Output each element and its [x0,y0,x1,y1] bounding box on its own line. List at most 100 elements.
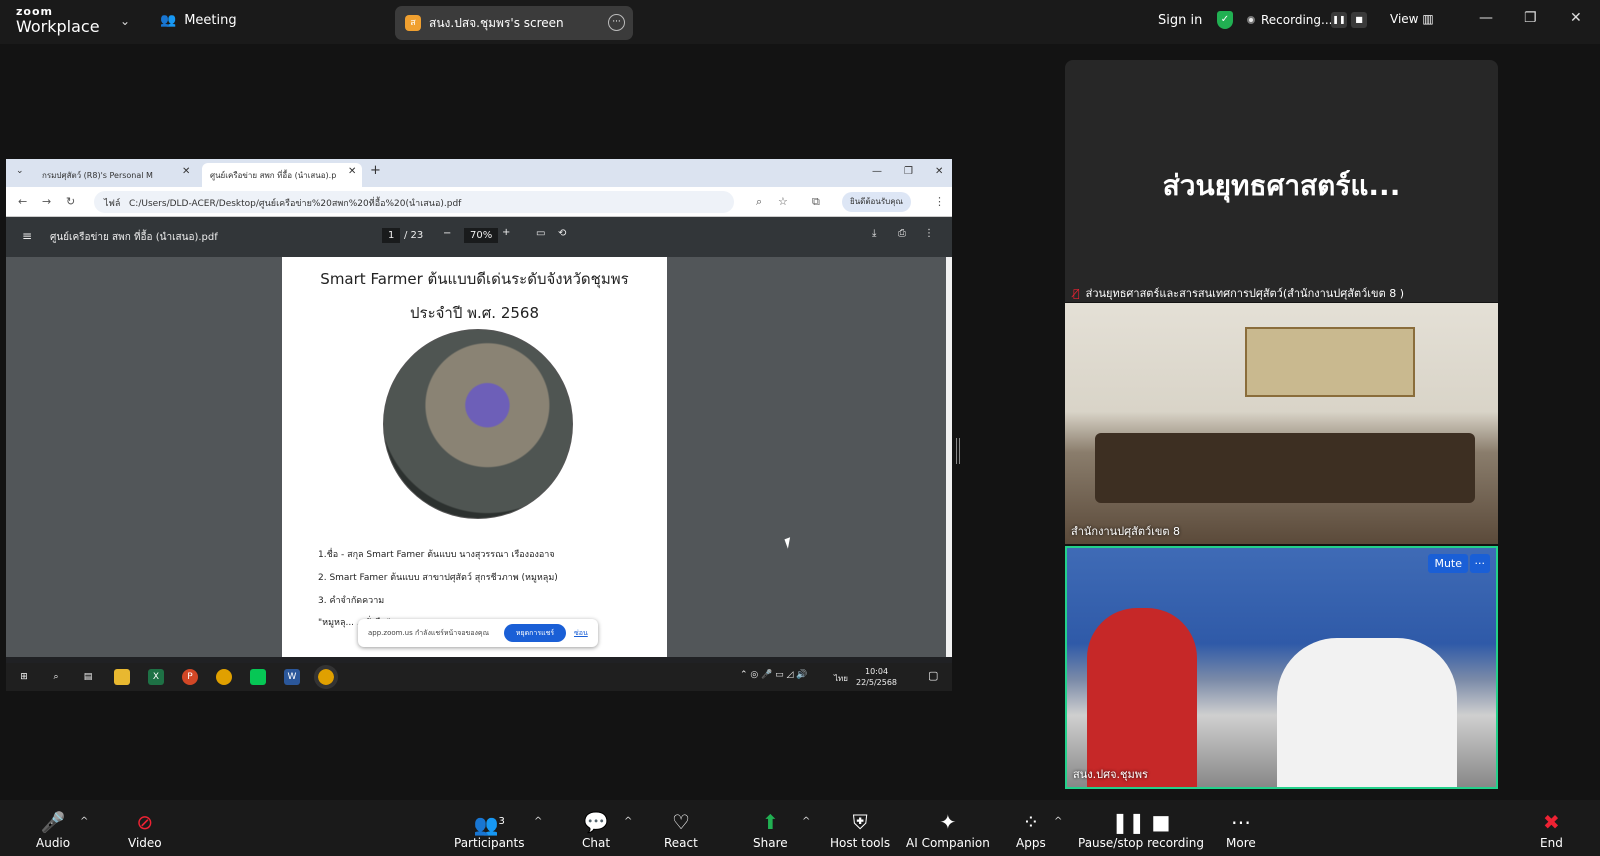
zoom-in-icon[interactable]: + [502,227,510,238]
apps-icon: ⁘ [1022,810,1040,834]
panel-resize-handle[interactable] [956,438,960,464]
wall-banner-image [1245,327,1415,397]
participants-button[interactable]: 👥3 Participants [454,808,525,850]
audio-options-caret-icon[interactable]: ^ [80,816,88,827]
participants-caret-icon[interactable]: ^ [534,816,542,827]
download-icon[interactable]: ⤓ [872,228,876,239]
hamburger-icon[interactable]: ≡ [22,229,32,243]
mute-button[interactable]: Mute [1428,554,1468,573]
line-icon[interactable] [250,669,266,685]
pause-icon[interactable]: ❚❚ [1331,12,1347,28]
chevron-down-icon[interactable]: ⌄ [120,14,130,28]
share-button[interactable]: ⬆ Share [753,808,788,850]
tab-2-label: ศูนย์เครือข่าย สพก ที่อื้อ (นำเสนอ).p [210,171,337,180]
profile-button[interactable]: ยินดีต้อนรับคุณ [842,192,911,212]
url-input[interactable]: ไฟล์ C:/Users/DLD-ACER/Desktop/ศูนย์เครื… [94,191,734,213]
chat-caret-icon[interactable]: ^ [624,816,632,827]
taskbar-clock[interactable]: 10:04 22/5/2568 [856,666,897,688]
video-tile-2[interactable]: สำนักงานปศุสัตว์เขต 8 [1065,303,1498,544]
end-button[interactable]: ✖ End [1540,808,1563,850]
new-tab-icon[interactable]: + [370,163,381,178]
video-tile-3[interactable]: Mute ··· สนง.ปศจ.ชุมพร [1065,546,1498,789]
pdf-menu-icon[interactable]: ⋮ [924,228,934,239]
pdf-title-2: ประจำปี พ.ศ. 2568 [409,304,540,322]
pdf-line-1: 1.ชื่อ - สกุล Smart Famer ต้นแบบ นางสุวร… [318,550,555,560]
video-button[interactable]: ⊘ Video [128,808,162,850]
stop-sharing-button[interactable]: หยุดการแชร์ [504,624,566,642]
ai-companion-button[interactable]: ✦ AI Companion [906,808,990,850]
file-explorer-icon[interactable] [114,669,130,685]
forward-icon[interactable]: → [42,195,51,208]
sign-in-link[interactable]: Sign in [1158,13,1202,28]
zoom-level-input[interactable]: 70% [464,228,499,243]
restore-icon[interactable]: ❐ [1524,10,1537,26]
taskbar-search-icon[interactable]: ⌕ [48,669,64,685]
windows-start-icon[interactable]: ⊞ [16,669,32,685]
chrome-active-icon[interactable] [314,665,338,689]
tray-icons[interactable]: ⌃ ◎ 🎤 ▭ ◿ 🔊 [740,670,808,680]
farmer-photo [383,329,573,519]
notification-icon[interactable]: ▢ [928,669,938,682]
tile-more-button[interactable]: ··· [1469,554,1490,573]
end-icon: ✖ [1543,810,1560,834]
close-icon[interactable]: ✕ [1570,10,1582,26]
view-icon: ▥ [1422,12,1434,26]
word-icon[interactable]: W [284,669,300,685]
powerpoint-icon[interactable]: P [182,669,198,685]
apps-button[interactable]: ⁘ Apps [1016,808,1046,850]
browser-tab-strip: ⌄ กรมปศุสัตว์ (R8)'s Personal M ✕ ศูนย์เ… [6,159,952,187]
star-icon[interactable]: ☆ [778,195,788,208]
browser-tab-1[interactable]: กรมปศุสัตว์ (R8)'s Personal M [34,163,194,187]
browser-tab-2[interactable]: ศูนย์เครือข่าย สพก ที่อื้อ (นำเสนอ).p [202,163,362,187]
ellipsis-icon[interactable]: ··· [608,14,625,31]
ai-companion-label: AI Companion [906,836,990,850]
zoom-out-icon[interactable]: − [443,228,451,239]
print-icon[interactable]: ⎙ [898,228,906,239]
tab-1-close-icon[interactable]: ✕ [182,166,190,177]
video-off-icon: ⊘ [136,810,154,834]
person-2-image [1277,638,1457,787]
browser-restore-icon[interactable]: ❐ [904,166,913,177]
host-tools-button[interactable]: ⛨ Host tools [830,808,890,850]
zoom-search-icon[interactable]: ⌕ [756,195,762,209]
view-button[interactable]: View ▥ [1390,12,1434,26]
shield-icon[interactable]: ✓ [1217,11,1233,29]
chat-button[interactable]: 💬 Chat [582,808,610,850]
share-pill[interactable]: ส สนง.ปสจ.ชุมพร's screen ··· [395,6,633,40]
audio-button[interactable]: 🎤 Audio [36,808,70,850]
tile-3-name: สนง.ปศจ.ชุมพร [1073,768,1148,781]
hide-notice-link[interactable]: ซ่อน [574,628,588,639]
video-tile-1[interactable]: ส่วนยุทธศาสตร์แ... 🎙̸ ส่วนยุทธศาสตร์และส… [1065,60,1498,302]
share-icon: ⬆ [761,810,779,834]
tile-1-display-name: ส่วนยุทธศาสตร์แ... [1162,169,1401,202]
minimize-icon[interactable]: — [1479,10,1493,26]
task-view-icon[interactable]: ▤ [80,669,96,685]
pause-stop-recording-button[interactable]: ❚❚ ■ Pause/stop recording [1078,808,1204,850]
share-caret-icon[interactable]: ^ [802,816,810,827]
tab-list-icon[interactable]: ⌄ [16,166,24,176]
excel-icon[interactable]: X [148,669,164,685]
reload-icon[interactable]: ↻ [66,195,75,208]
more-button[interactable]: ⋯ More [1226,808,1256,850]
stop-icon[interactable]: ■ [1351,12,1367,28]
language-indicator[interactable]: ไทย [834,672,848,685]
apps-caret-icon[interactable]: ^ [1054,816,1062,827]
tab-1-label: กรมปศุสัตว์ (R8)'s Personal M [42,171,153,180]
react-button[interactable]: ♡ React [664,808,698,850]
back-icon[interactable]: ← [18,195,27,208]
extension-icon[interactable]: ⧉ [812,195,820,209]
meeting-menu[interactable]: 👥 Meeting [160,13,237,28]
rotate-icon[interactable]: ⟲ [558,228,566,239]
browser-close-icon[interactable]: ✕ [935,166,943,177]
browser-minimize-icon[interactable]: — [872,166,882,177]
fit-page-icon[interactable]: ▭ [536,228,545,239]
zoom-logo: zoom Workplace [16,6,100,35]
profile-label: ยินดีต้อนรับคุณ [850,197,903,206]
browser-menu-icon[interactable]: ⋮ [934,195,945,208]
pdf-scrollbar[interactable] [946,257,952,657]
page-number-input[interactable]: 1 [382,228,401,243]
share-pill-label: สนง.ปสจ.ชุมพร's screen [429,15,564,30]
tab-2-close-icon[interactable]: ✕ [348,166,356,177]
apps-label: Apps [1016,836,1046,850]
chrome-icon[interactable] [216,669,232,685]
